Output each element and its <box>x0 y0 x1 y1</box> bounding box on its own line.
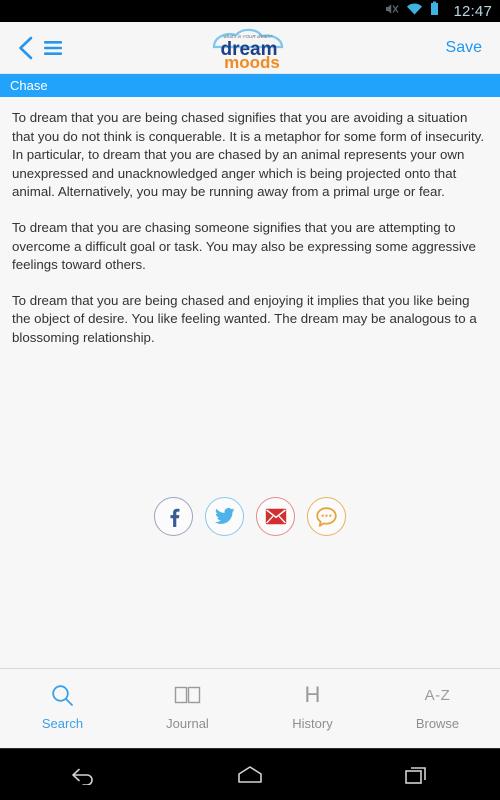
tab-label: Journal <box>166 716 209 731</box>
open-book-icon <box>174 682 201 708</box>
mute-icon <box>384 2 399 21</box>
h-letter-icon: H <box>305 682 321 708</box>
envelope-icon <box>265 508 287 525</box>
magnifier-icon <box>50 682 75 708</box>
app-screen: 12:47 what's in YOUR dream? dream moods … <box>0 0 500 800</box>
android-system-nav <box>0 748 500 800</box>
tab-label: History <box>292 716 333 731</box>
email-share-button[interactable] <box>256 497 295 536</box>
android-home-icon[interactable] <box>210 755 290 795</box>
header-left-controls <box>0 35 110 61</box>
tab-history[interactable]: H History <box>250 682 375 732</box>
status-bar: 12:47 <box>0 0 500 22</box>
sms-share-button[interactable] <box>307 497 346 536</box>
h-glyph: H <box>304 682 321 707</box>
share-button-row <box>0 497 500 536</box>
tab-journal[interactable]: Journal <box>125 682 250 731</box>
dream-moods-logo: what's in YOUR dream? dream moods <box>194 25 306 71</box>
header-right-controls: Save <box>446 39 500 57</box>
status-bar-icons: 12:47 <box>384 1 492 21</box>
app-header: what's in YOUR dream? dream moods Save <box>0 22 500 74</box>
a-z-glyph: A-Z <box>424 686 451 704</box>
tab-browse[interactable]: A-Z Browse <box>375 682 500 732</box>
chevron-left-icon[interactable] <box>16 35 35 61</box>
battery-icon <box>430 1 439 21</box>
article-content: To dream that you are being chased signi… <box>0 97 500 668</box>
facebook-icon <box>163 506 185 528</box>
save-button[interactable]: Save <box>446 39 482 57</box>
bottom-tab-bar: Search Journal H History A-Z Browse <box>0 668 500 748</box>
android-recents-icon[interactable] <box>377 755 457 795</box>
paragraph: To dream that you are being chased and e… <box>12 292 477 345</box>
status-bar-clock: 12:47 <box>453 2 492 20</box>
paragraph: To dream that you are chasing someone si… <box>12 219 476 273</box>
facebook-share-button[interactable] <box>154 497 193 536</box>
tab-label: Search <box>41 716 84 731</box>
hamburger-menu-icon[interactable] <box>42 38 64 58</box>
chat-bubble-icon <box>315 506 338 528</box>
logo-line2-text: moods <box>224 53 280 71</box>
entry-title-bar: Chase <box>0 74 500 97</box>
twitter-share-button[interactable] <box>205 497 244 536</box>
tab-search[interactable]: Search <box>0 682 125 731</box>
a-z-icon: A-Z <box>425 682 451 708</box>
android-back-icon[interactable] <box>43 755 123 795</box>
tab-label: Browse <box>415 716 460 731</box>
paragraph: To dream that you are being chased signi… <box>12 110 485 200</box>
entry-title: Chase <box>10 78 48 93</box>
twitter-icon <box>213 505 236 528</box>
wifi-icon <box>406 2 423 21</box>
